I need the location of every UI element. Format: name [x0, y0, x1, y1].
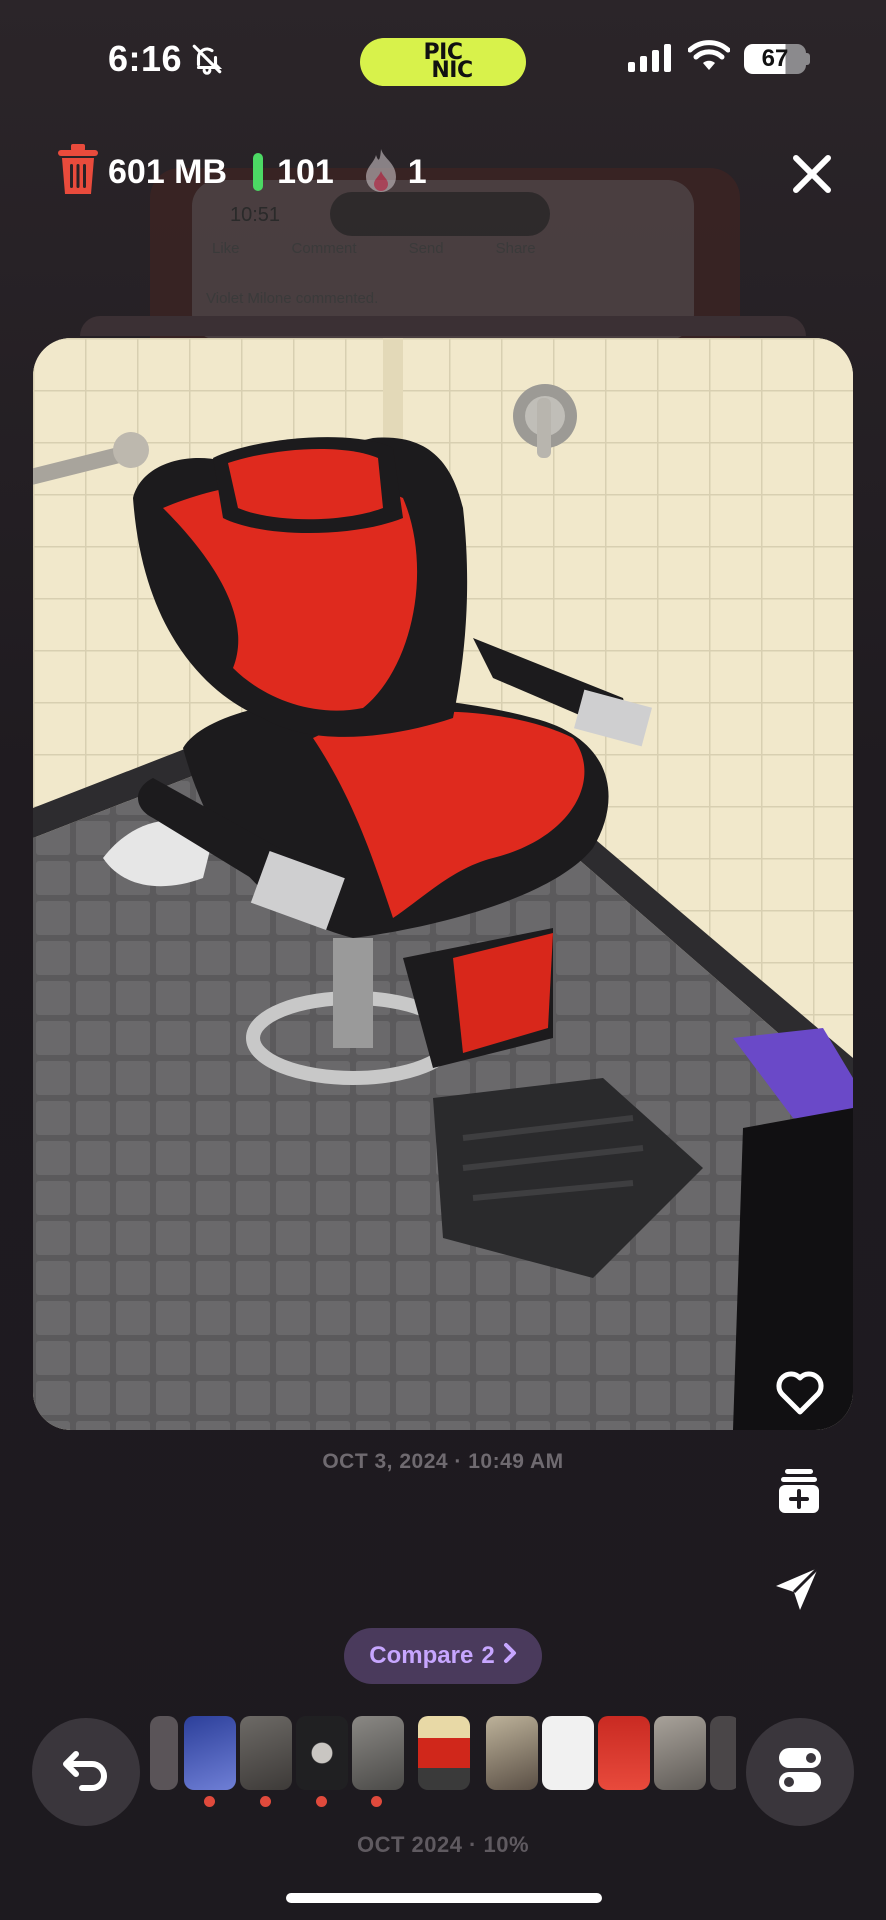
battery-indicator: 67	[744, 44, 806, 74]
background-card-time: 10:51	[230, 204, 281, 226]
thumbnail[interactable]	[150, 1716, 178, 1790]
marked-dot	[371, 1796, 382, 1807]
status-time: 6:16	[108, 38, 183, 79]
send-icon[interactable]	[772, 1564, 822, 1614]
marked-dot	[316, 1796, 327, 1807]
compare-label: Compare	[369, 1642, 474, 1669]
undo-icon	[62, 1748, 110, 1797]
thumbnail-strip[interactable]	[150, 1716, 736, 1792]
stats-bar: 601 MB 101 1	[56, 143, 427, 201]
streak-count: 1	[407, 152, 427, 191]
kept-indicator	[253, 153, 264, 191]
trash-icon[interactable]	[56, 143, 100, 201]
thumbnail[interactable]	[184, 1716, 236, 1790]
background-card-strip	[80, 316, 806, 336]
battery-cap	[806, 53, 810, 65]
undo-button[interactable]	[32, 1718, 140, 1826]
background-action-send: Send	[408, 240, 444, 257]
bell-slash-icon	[190, 42, 224, 81]
thumbnail[interactable]	[542, 1716, 594, 1790]
thumbnail[interactable]	[710, 1716, 736, 1790]
background-card-actions: Like Comment Send Share	[212, 240, 536, 257]
background-card-island	[330, 192, 550, 236]
kept-count: 101	[277, 152, 334, 191]
compare-count: 2	[481, 1642, 495, 1669]
thumbnail[interactable]	[296, 1716, 348, 1790]
marked-dot	[260, 1796, 271, 1807]
background-action-comment: Comment	[291, 240, 357, 257]
thumbnail[interactable]	[418, 1716, 470, 1790]
thumbnail[interactable]	[598, 1716, 650, 1790]
background-action-share: Share	[495, 240, 536, 257]
thumbnail[interactable]	[352, 1716, 404, 1790]
wifi-icon	[687, 40, 731, 77]
flame-icon	[364, 147, 398, 198]
thumbnail[interactable]	[654, 1716, 706, 1790]
main-photo[interactable]	[33, 338, 853, 1430]
add-to-album-icon[interactable]	[774, 1466, 824, 1516]
photo-date: OCT 3, 2024 · 10:49 AM	[322, 1450, 564, 1473]
marked-dot	[204, 1796, 215, 1807]
heart-icon[interactable]	[774, 1368, 826, 1421]
thumbnail[interactable]	[486, 1716, 538, 1790]
month-progress: OCT 2024 · 10%	[356, 1832, 530, 1857]
toggle-icon	[777, 1746, 823, 1799]
chevron-right-icon	[503, 1642, 517, 1671]
thumbnail[interactable]	[240, 1716, 292, 1790]
toggle-button[interactable]	[746, 1718, 854, 1826]
storage-freed: 601 MB	[108, 152, 228, 191]
compare-button[interactable]: Compare 2	[344, 1628, 542, 1684]
background-action-like: Like	[212, 240, 240, 257]
picnic-logo: PIC NIC	[360, 38, 526, 86]
close-icon[interactable]	[786, 148, 838, 200]
background-card-comment: Violet Milone commented.	[206, 290, 379, 307]
home-indicator[interactable]	[286, 1893, 602, 1903]
cellular-signal-icon	[628, 44, 671, 72]
